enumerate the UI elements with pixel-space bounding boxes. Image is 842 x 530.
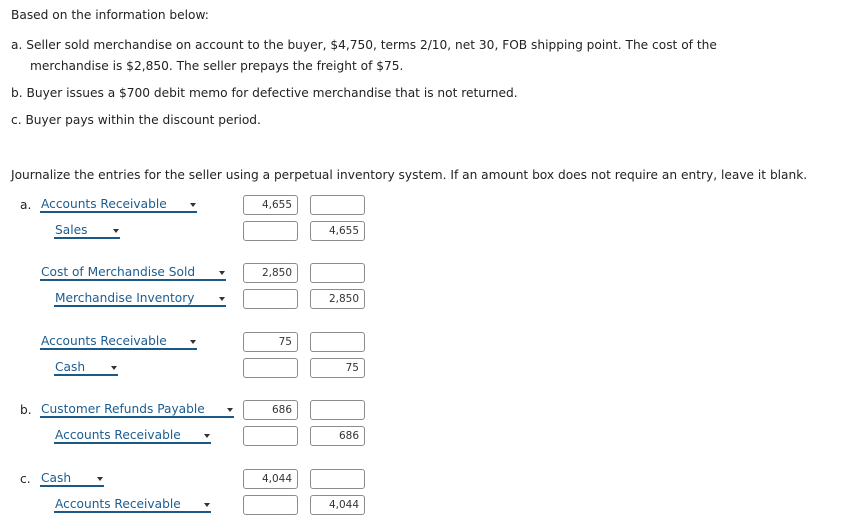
dropdown-arrow-icon	[190, 340, 196, 344]
credit-input[interactable]	[310, 332, 365, 352]
account-select-value: Customer Refunds Payable	[41, 402, 205, 416]
credit-input[interactable]	[310, 221, 365, 241]
account-select[interactable]: Accounts Receivable	[40, 334, 197, 350]
item-b: b. Buyer issues a $700 debit memo for de…	[11, 86, 518, 100]
account-select-value: Cash	[55, 360, 86, 374]
debit-input[interactable]	[243, 289, 298, 309]
entry-letter: b.	[20, 403, 32, 417]
account-select[interactable]: Cash	[54, 360, 118, 376]
account-select[interactable]: Merchandise Inventory	[54, 291, 226, 307]
credit-input[interactable]	[310, 289, 365, 309]
item-c: c. Buyer pays within the discount period…	[11, 113, 261, 127]
credit-input[interactable]	[310, 469, 365, 489]
dropdown-arrow-icon	[204, 434, 210, 438]
intro-text: Based on the information below:	[11, 8, 209, 22]
dropdown-arrow-icon	[113, 229, 119, 233]
account-select-value: Accounts Receivable	[55, 428, 181, 442]
account-select-value: Accounts Receivable	[41, 334, 167, 348]
item-a-line1: a. Seller sold merchandise on account to…	[11, 38, 717, 52]
dropdown-arrow-icon	[111, 366, 117, 370]
account-select-value: Sales	[55, 223, 88, 237]
account-select-value: Accounts Receivable	[55, 497, 181, 511]
debit-input[interactable]	[243, 263, 298, 283]
entry-letter: a.	[20, 198, 32, 212]
debit-input[interactable]	[243, 426, 298, 446]
account-select[interactable]: Accounts Receivable	[40, 197, 197, 213]
debit-input[interactable]	[243, 469, 298, 489]
account-select[interactable]: Customer Refunds Payable	[40, 402, 234, 418]
credit-input[interactable]	[310, 358, 365, 378]
account-select[interactable]: Cash	[40, 471, 104, 487]
credit-input[interactable]	[310, 400, 365, 420]
debit-input[interactable]	[243, 221, 298, 241]
account-select-value: Merchandise Inventory	[55, 291, 195, 305]
account-select-value: Accounts Receivable	[41, 197, 167, 211]
debit-input[interactable]	[243, 358, 298, 378]
account-select-value: Cost of Merchandise Sold	[41, 265, 196, 279]
credit-input[interactable]	[310, 263, 365, 283]
dropdown-arrow-icon	[227, 408, 233, 412]
account-select[interactable]: Cost of Merchandise Sold	[40, 265, 226, 281]
dropdown-arrow-icon	[190, 203, 196, 207]
item-a-line2: merchandise is $2,850. The seller prepay…	[30, 59, 404, 73]
account-select[interactable]: Sales	[54, 223, 120, 239]
dropdown-arrow-icon	[97, 477, 103, 481]
debit-input[interactable]	[243, 332, 298, 352]
account-select[interactable]: Accounts Receivable	[54, 497, 211, 513]
debit-input[interactable]	[243, 195, 298, 215]
account-select[interactable]: Accounts Receivable	[54, 428, 211, 444]
credit-input[interactable]	[310, 195, 365, 215]
dropdown-arrow-icon	[219, 271, 225, 275]
dropdown-arrow-icon	[219, 297, 225, 301]
credit-input[interactable]	[310, 426, 365, 446]
entry-letter: c.	[20, 472, 31, 486]
dropdown-arrow-icon	[204, 503, 210, 507]
account-select-value: Cash	[41, 471, 72, 485]
debit-input[interactable]	[243, 400, 298, 420]
credit-input[interactable]	[310, 495, 365, 515]
instructions: Journalize the entries for the seller us…	[11, 168, 808, 182]
debit-input[interactable]	[243, 495, 298, 515]
